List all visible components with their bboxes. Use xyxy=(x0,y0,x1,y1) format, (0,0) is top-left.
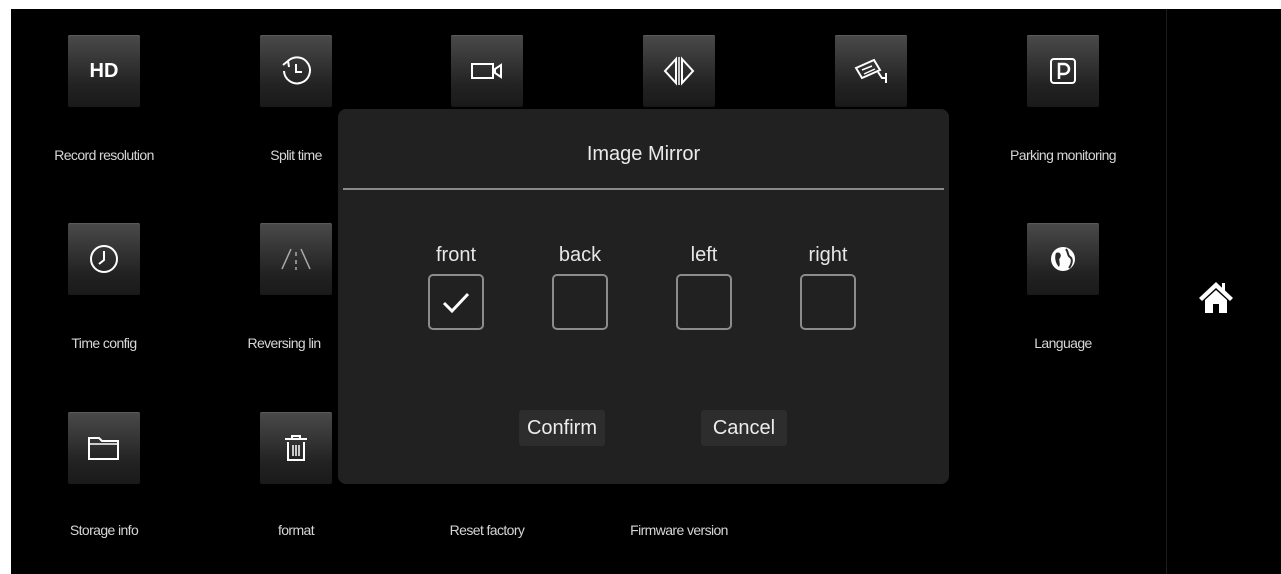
option-left-label: left xyxy=(690,244,718,266)
confirm-button[interactable]: Confirm xyxy=(519,410,605,446)
option-back-label: back xyxy=(558,244,602,266)
mirror-tile[interactable] xyxy=(643,35,715,107)
record-resolution-tile[interactable]: HD xyxy=(68,35,140,107)
image-mirror-dialog: Image Mirror front back left right Confi… xyxy=(338,109,949,484)
settings-screen: HD Record resolution Split time Parking … xyxy=(11,9,1281,574)
surveillance-camera-icon xyxy=(854,58,887,83)
sidebar-divider xyxy=(1166,9,1167,574)
language-tile[interactable] xyxy=(1027,223,1099,295)
trash-icon xyxy=(285,435,307,461)
mirror-icon xyxy=(663,56,695,86)
reversing-line-label: Reversing lin xyxy=(247,335,321,351)
back-checkbox[interactable] xyxy=(552,274,608,330)
home-button[interactable] xyxy=(1196,277,1236,317)
dialog-divider xyxy=(343,188,944,190)
home-icon xyxy=(1199,282,1233,313)
storage-info-label: Storage info xyxy=(69,522,139,538)
option-right-label: right xyxy=(808,244,848,266)
checkmark-icon xyxy=(442,292,470,314)
video-camera-icon xyxy=(471,63,502,79)
surveillance-camera-tile[interactable] xyxy=(835,35,907,107)
time-icon xyxy=(90,245,118,273)
option-front-label: front xyxy=(435,244,477,266)
front-checkbox[interactable] xyxy=(428,274,484,330)
record-resolution-label: Record resolution xyxy=(54,147,154,163)
language-label: Language xyxy=(1034,335,1092,351)
globe-icon xyxy=(1051,247,1075,271)
storage-info-tile[interactable] xyxy=(68,412,140,484)
format-tile[interactable] xyxy=(260,412,332,484)
cancel-button[interactable]: Cancel xyxy=(701,410,787,446)
left-checkbox[interactable] xyxy=(676,274,732,330)
reversing-line-tile[interactable] xyxy=(260,223,332,295)
reversing-line-icon xyxy=(281,248,311,270)
firmware-version-label: Firmware version xyxy=(630,522,728,538)
hd-icon: HD xyxy=(89,59,119,82)
time-config-label: Time config xyxy=(71,335,137,351)
split-time-label: Split time xyxy=(270,147,322,163)
clock-icon xyxy=(282,56,311,85)
parking-icon xyxy=(1050,58,1076,84)
split-time-tile[interactable] xyxy=(260,35,332,107)
dialog-title: Image Mirror xyxy=(586,143,701,165)
folder-icon xyxy=(88,437,119,460)
reset-factory-label: Reset factory xyxy=(449,522,525,538)
parking-monitoring-label: Parking monitoring xyxy=(1010,147,1117,163)
format-label: format xyxy=(277,522,315,538)
right-checkbox[interactable] xyxy=(800,274,856,330)
time-config-tile[interactable] xyxy=(68,223,140,295)
video-camera-tile[interactable] xyxy=(451,35,523,107)
parking-monitoring-tile[interactable] xyxy=(1027,35,1099,107)
